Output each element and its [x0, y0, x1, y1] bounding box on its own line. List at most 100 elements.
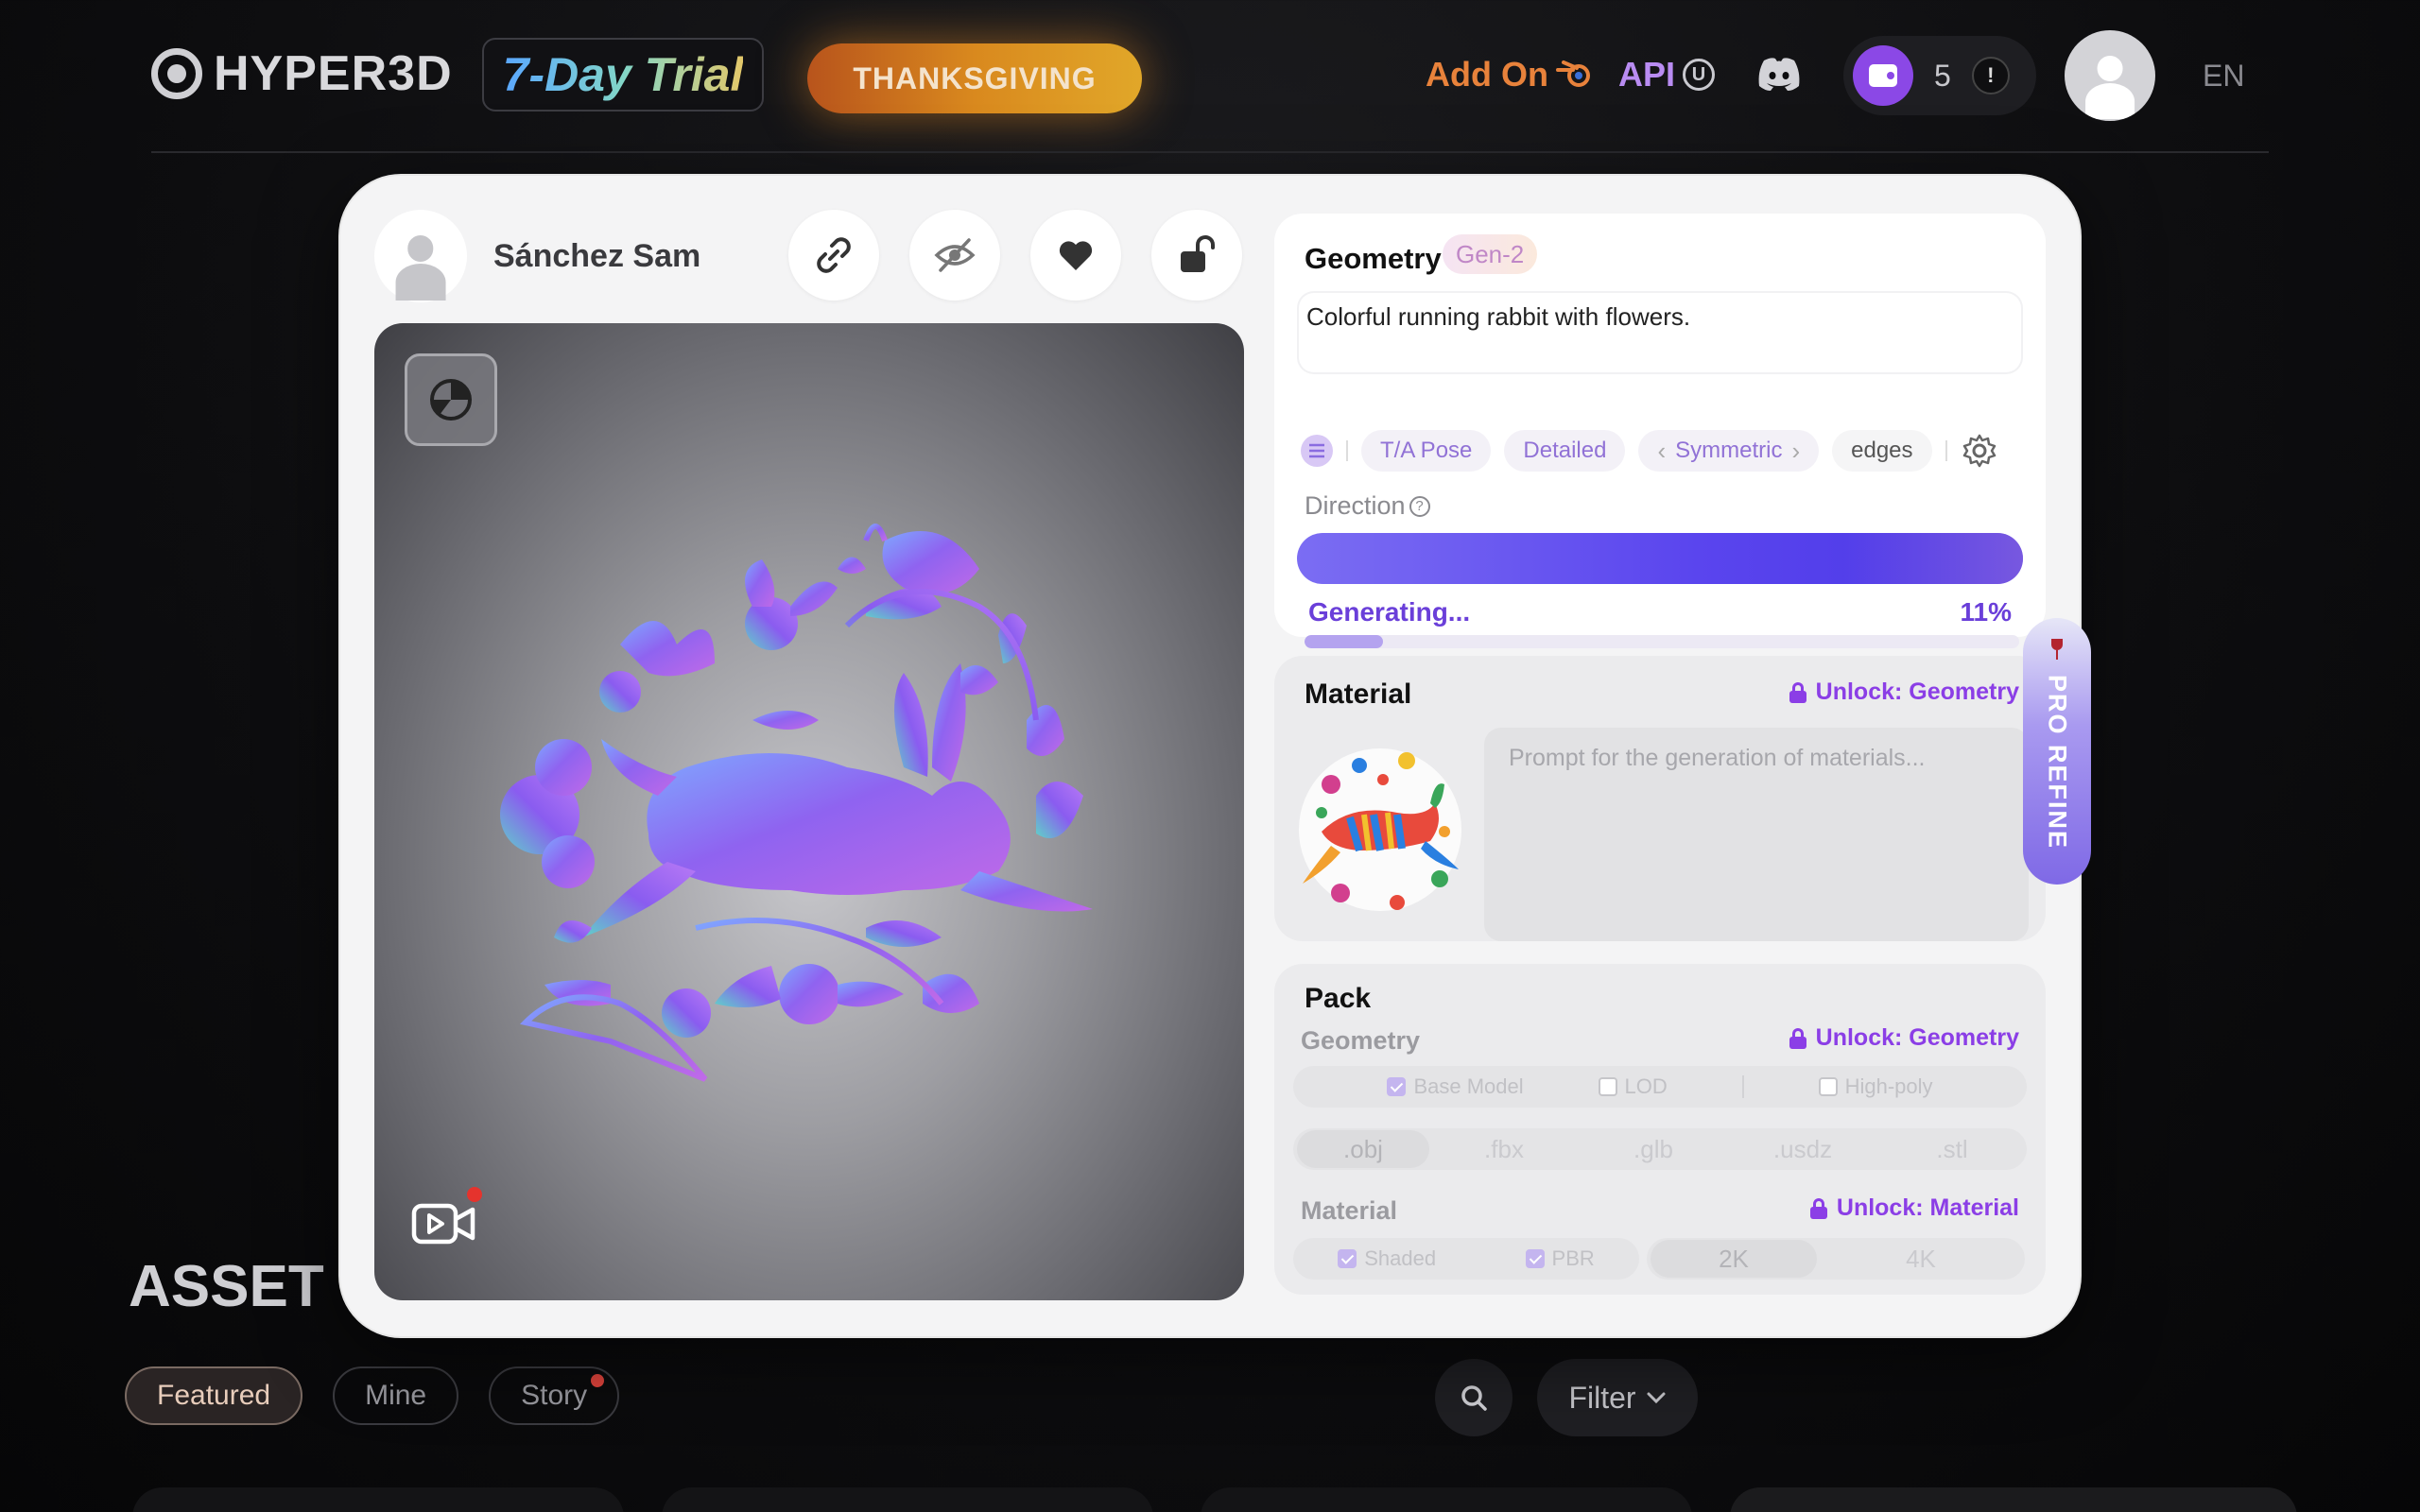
credit-count: 5 — [1934, 58, 1951, 93]
option-shaded[interactable]: Shaded — [1338, 1246, 1436, 1271]
filter-dropdown[interactable]: Filter — [1537, 1359, 1698, 1436]
divider — [1346, 440, 1348, 461]
settings-sliders-icon[interactable] — [1301, 435, 1333, 467]
direction-label: Direction ? — [1305, 491, 1430, 521]
asset-card[interactable] — [1730, 1487, 2297, 1512]
generation-status: Generating... 11% — [1308, 597, 2012, 627]
checkbox[interactable] — [1525, 1249, 1545, 1268]
option-lod[interactable]: LOD — [1598, 1074, 1668, 1099]
logo-text: HYPER3D — [214, 46, 453, 101]
option-base-model[interactable]: Base Model — [1387, 1074, 1524, 1099]
like-button[interactable] — [1030, 210, 1121, 301]
asset-card[interactable] — [1201, 1487, 1692, 1512]
unlock-button[interactable] — [1151, 210, 1242, 301]
pack-geometry-label: Geometry — [1301, 1026, 1421, 1055]
gear-icon[interactable] — [1961, 432, 1998, 470]
unlock-label: Unlock: Geometry — [1815, 1024, 2019, 1051]
api-link[interactable]: API U — [1618, 55, 1716, 94]
alert-icon[interactable]: ! — [1971, 57, 2010, 94]
asset-card[interactable] — [132, 1487, 624, 1512]
chevron-right-icon[interactable]: › — [1791, 437, 1800, 466]
divider — [1741, 1075, 1744, 1098]
tag-detailed[interactable]: Detailed — [1504, 430, 1626, 472]
pro-refine-label: PRO REFINE — [2043, 675, 2072, 850]
unlock-label: Unlock: Material — [1836, 1194, 2019, 1221]
progress-percent: 11% — [1960, 597, 2013, 627]
api-label: API — [1618, 55, 1676, 94]
checkbox[interactable] — [1598, 1077, 1617, 1096]
tag-symmetric-label: Symmetric — [1675, 438, 1783, 463]
profile-avatar[interactable] — [2065, 30, 2155, 121]
lock-icon — [1789, 681, 1806, 703]
link-icon — [817, 237, 851, 273]
lock-icon — [1789, 1027, 1806, 1049]
format-usdz[interactable]: .usdz — [1728, 1135, 1877, 1164]
pack-panel: Pack Geometry Unlock: Geometry Base Mode… — [1274, 964, 2046, 1295]
option-high-poly[interactable]: High-poly — [1818, 1074, 1933, 1099]
unlock-geometry-link[interactable]: Unlock: Geometry — [1789, 679, 2019, 706]
direction-text: Direction — [1305, 491, 1406, 520]
direction-bar[interactable] — [1297, 533, 2023, 584]
top-nav: HYPER3D 7-Day Trial THANKSGIVING Add On … — [0, 0, 2420, 153]
chip-featured[interactable]: Featured — [125, 1366, 303, 1425]
add-on-link[interactable]: Add On — [1426, 55, 1594, 94]
asset-card[interactable] — [662, 1487, 1153, 1512]
tag-edges[interactable]: edges — [1832, 430, 1932, 472]
format-fbx[interactable]: .fbx — [1429, 1135, 1579, 1164]
logo[interactable]: HYPER3D — [151, 45, 453, 102]
checkbox[interactable] — [1387, 1077, 1407, 1096]
geometry-prompt-field[interactable]: Colorful running rabbit with flowers. — [1297, 291, 2023, 374]
user-name[interactable]: Sánchez Sam — [493, 238, 700, 275]
blender-icon — [1555, 60, 1590, 87]
geometry-tags: T/A Pose Detailed ‹ Symmetric › edges — [1301, 429, 2029, 472]
resolution-2k[interactable]: 2K — [1651, 1240, 1817, 1278]
chevron-left-icon[interactable]: ‹ — [1657, 437, 1666, 466]
asset-detail-modal: Sánchez Sam Geometry Gen-2 Colorful runn… — [340, 176, 2091, 1336]
visibility-toggle-button[interactable] — [909, 210, 1000, 301]
material-title: Material — [1305, 679, 1412, 710]
asset-filter-chips: Featured Mine Story — [125, 1366, 620, 1425]
unlock-icon — [1181, 235, 1215, 272]
pack-material-label: Material — [1301, 1196, 1398, 1225]
checkbox[interactable] — [1338, 1249, 1357, 1268]
wine-glass-icon — [2049, 639, 2065, 662]
user-avatar[interactable] — [374, 210, 467, 302]
format-obj[interactable]: .obj — [1297, 1130, 1429, 1168]
material-reference-image[interactable] — [1293, 728, 1467, 932]
direction-preview — [1843, 533, 2023, 584]
lock-icon — [1809, 1197, 1827, 1219]
status-text: Generating... — [1308, 597, 1471, 627]
option-pbr[interactable]: PBR — [1525, 1246, 1595, 1271]
chip-story[interactable]: Story — [489, 1366, 620, 1425]
gen-badge[interactable]: Gen-2 — [1443, 234, 1538, 274]
wallet-icon — [1853, 45, 1913, 106]
chip-mine[interactable]: Mine — [333, 1366, 459, 1425]
record-video-button[interactable] — [410, 1187, 482, 1251]
model-viewer[interactable] — [374, 323, 1244, 1300]
help-icon[interactable]: ? — [1409, 495, 1430, 517]
search-icon — [1461, 1385, 1487, 1411]
checkbox[interactable] — [1818, 1077, 1838, 1096]
resolution-4k[interactable]: 4K — [1817, 1245, 2025, 1274]
option-label: LOD — [1624, 1074, 1668, 1098]
material-prompt-field[interactable]: Prompt for the generation of materials..… — [1484, 728, 2029, 941]
material-options-row: Shaded PBR 2K 4K — [1293, 1238, 2027, 1280]
geometry-options-row: Base Model LOD High-poly — [1293, 1066, 2027, 1108]
discord-icon[interactable] — [1756, 55, 1802, 93]
pack-unlock-geometry-link[interactable]: Unlock: Geometry — [1789, 1024, 2019, 1052]
tag-symmetric[interactable]: ‹ Symmetric › — [1638, 430, 1820, 472]
nav-divider — [151, 151, 2269, 153]
language-switch[interactable]: EN — [2203, 59, 2244, 94]
wallet-widget[interactable]: 5 ! — [1843, 36, 2036, 115]
pro-refine-tab[interactable]: PRO REFINE — [2023, 618, 2091, 885]
tag-ta-pose[interactable]: T/A Pose — [1361, 430, 1492, 472]
video-camera-icon — [411, 1203, 475, 1245]
copy-link-button[interactable] — [788, 210, 879, 301]
format-glb[interactable]: .glb — [1579, 1135, 1728, 1164]
pack-unlock-material-link[interactable]: Unlock: Material — [1809, 1194, 2019, 1222]
trial-badge[interactable]: 7-Day Trial — [482, 38, 764, 112]
search-button[interactable] — [1435, 1359, 1512, 1436]
format-stl[interactable]: .stl — [1877, 1135, 2027, 1164]
thanksgiving-promo-button[interactable]: THANKSGIVING — [807, 43, 1142, 113]
option-label: High-poly — [1844, 1074, 1933, 1098]
